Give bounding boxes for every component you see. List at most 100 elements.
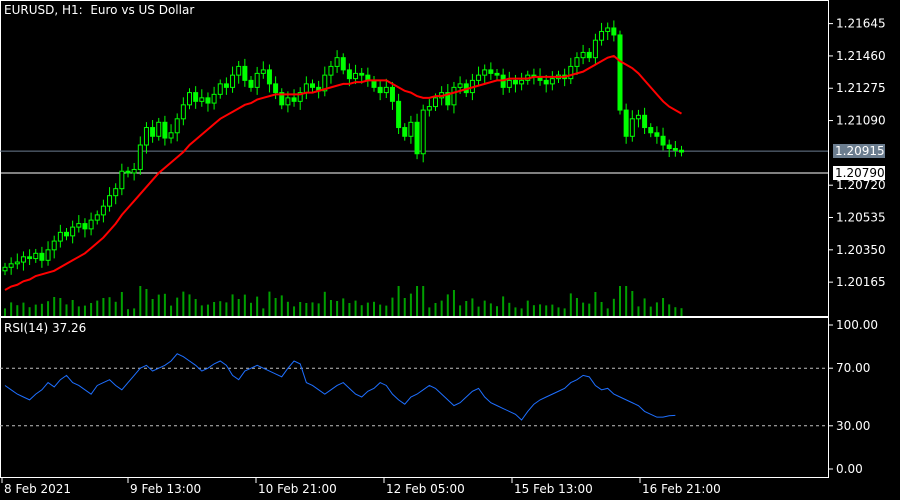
candle[interactable] — [211, 93, 217, 104]
candle[interactable] — [433, 97, 438, 108]
candle[interactable] — [113, 188, 119, 197]
candle[interactable] — [512, 79, 518, 85]
candle[interactable] — [100, 205, 106, 216]
candle[interactable] — [310, 83, 315, 88]
candle[interactable] — [580, 51, 586, 59]
candle[interactable] — [353, 72, 359, 80]
candle[interactable] — [20, 256, 26, 263]
candle[interactable] — [2, 266, 8, 272]
candle[interactable] — [260, 69, 266, 74]
candle[interactable] — [568, 65, 574, 80]
candle[interactable] — [672, 148, 678, 151]
candle[interactable] — [494, 72, 500, 76]
candle[interactable] — [266, 69, 272, 85]
candle[interactable] — [205, 97, 211, 104]
candle[interactable] — [371, 79, 377, 88]
candle[interactable] — [150, 127, 156, 137]
candle[interactable] — [156, 121, 162, 137]
candle[interactable] — [482, 69, 488, 76]
candle[interactable] — [648, 127, 654, 134]
candle[interactable] — [217, 83, 223, 95]
candle[interactable] — [476, 74, 482, 81]
candle[interactable] — [629, 118, 635, 137]
candle[interactable] — [586, 51, 592, 59]
candle[interactable] — [654, 132, 660, 137]
candle[interactable] — [426, 106, 432, 111]
candle[interactable] — [119, 170, 125, 190]
candle[interactable] — [623, 109, 629, 137]
candle[interactable] — [88, 219, 94, 230]
candle[interactable] — [223, 83, 229, 88]
candle[interactable] — [180, 104, 186, 120]
candle[interactable] — [666, 144, 672, 150]
candle[interactable] — [660, 135, 666, 146]
candle[interactable] — [248, 79, 254, 88]
candle[interactable] — [303, 83, 309, 94]
candle[interactable] — [199, 97, 205, 102]
candle[interactable] — [340, 57, 346, 71]
candle[interactable] — [389, 86, 395, 102]
time-axis-label: 16 Feb 21:00 — [642, 482, 721, 496]
candle[interactable] — [334, 57, 340, 67]
candle[interactable] — [359, 72, 365, 76]
candle[interactable] — [187, 92, 192, 106]
candle[interactable] — [168, 132, 174, 139]
candle[interactable] — [193, 92, 199, 102]
candle[interactable] — [27, 256, 33, 260]
candle[interactable] — [107, 195, 113, 207]
candle[interactable] — [174, 118, 180, 134]
candle[interactable] — [488, 69, 494, 74]
candle[interactable] — [611, 27, 617, 36]
candle[interactable] — [57, 231, 63, 242]
candle[interactable] — [76, 223, 82, 228]
candle[interactable] — [230, 74, 236, 88]
candle[interactable] — [273, 83, 279, 94]
candle[interactable] — [605, 27, 611, 32]
candle[interactable] — [328, 65, 334, 76]
candle[interactable] — [549, 78, 555, 85]
candle[interactable] — [242, 65, 248, 81]
candle[interactable] — [51, 240, 57, 251]
candle[interactable] — [383, 86, 389, 94]
candle[interactable] — [377, 86, 383, 94]
candle[interactable] — [402, 127, 408, 137]
bid-price-tag: 1.20915 — [833, 144, 885, 158]
candle[interactable] — [39, 252, 45, 261]
candle[interactable] — [137, 144, 143, 170]
candle[interactable] — [506, 79, 512, 88]
candle[interactable] — [543, 79, 549, 85]
candle[interactable] — [82, 223, 88, 230]
candle[interactable] — [131, 168, 137, 174]
trading-terminal[interactable]: 1.21645 1.21460 1.21275 1.21090 1.20720 1.205… — [0, 0, 900, 500]
candle[interactable] — [451, 86, 457, 106]
candle[interactable] — [408, 121, 414, 137]
candle[interactable] — [14, 261, 20, 265]
candle[interactable] — [70, 226, 76, 237]
candle[interactable] — [346, 69, 352, 80]
candle[interactable] — [457, 83, 463, 88]
candle[interactable] — [45, 249, 51, 261]
candle[interactable] — [291, 97, 297, 102]
price-axis-label: 1.20350 — [836, 243, 886, 257]
candle[interactable] — [414, 121, 420, 155]
candle[interactable] — [236, 65, 242, 76]
candle[interactable] — [162, 121, 168, 139]
candle[interactable] — [635, 114, 641, 120]
candle[interactable] — [679, 149, 684, 153]
candle[interactable] — [617, 34, 623, 111]
candle[interactable] — [143, 127, 149, 146]
candle[interactable] — [599, 30, 605, 41]
candle[interactable] — [33, 252, 39, 260]
candle[interactable] — [642, 114, 648, 129]
candle[interactable] — [8, 263, 14, 268]
candle[interactable] — [254, 72, 260, 88]
candle[interactable] — [574, 57, 580, 67]
candle[interactable] — [592, 39, 598, 59]
candle[interactable] — [64, 231, 69, 237]
candle[interactable] — [94, 214, 100, 221]
candle[interactable] — [125, 170, 131, 174]
candle[interactable] — [285, 97, 291, 106]
candle[interactable] — [420, 109, 426, 155]
candle[interactable] — [396, 100, 402, 129]
candle[interactable] — [519, 79, 525, 85]
